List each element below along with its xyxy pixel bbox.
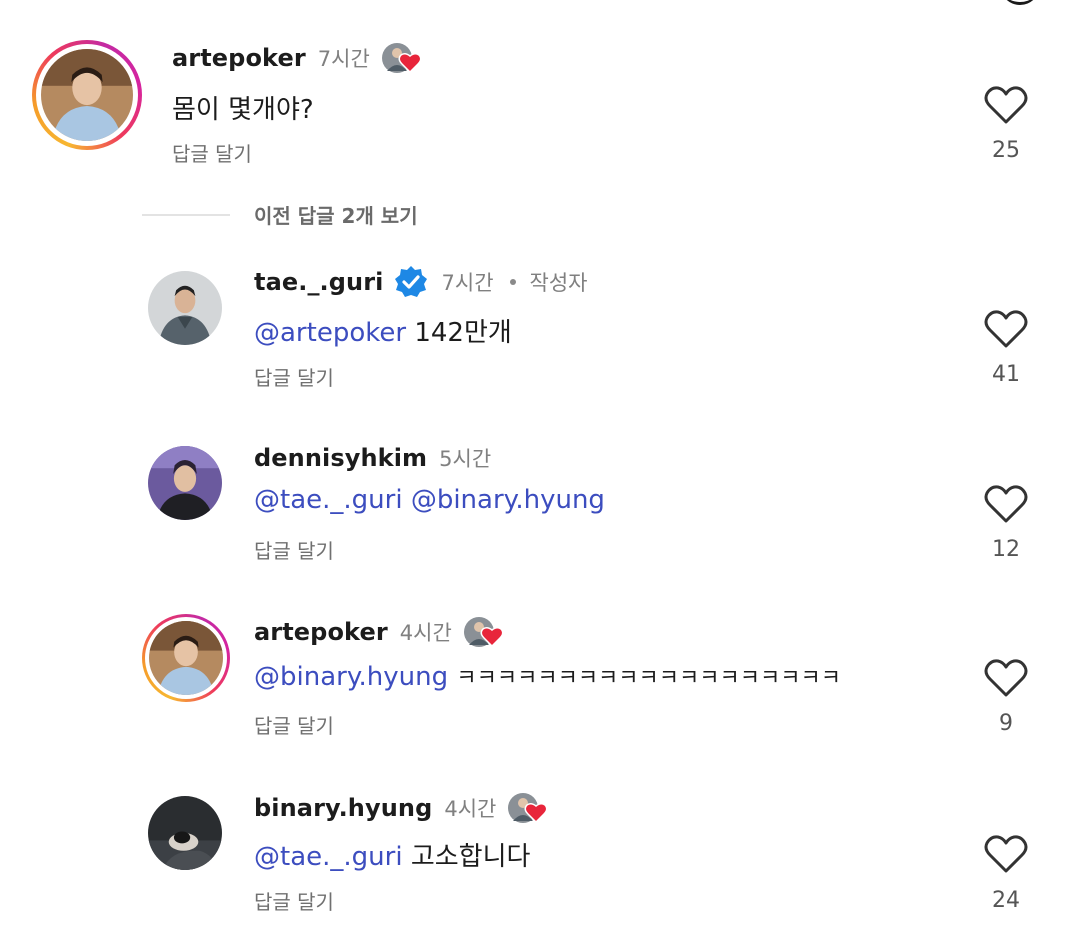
comment-dennisyhkim: dennisyhkim 5시간 @tae._.guri @binary.hyun…	[0, 438, 1080, 588]
comment-text-body: 고소합니다	[410, 842, 531, 872]
comment-artepoker-2: artepoker 4시간 @binary.hyung ㅋㅋㅋㅋㅋㅋㅋㅋㅋㅋㅋㅋ…	[0, 612, 1080, 762]
reply-button[interactable]: 답글 달기	[254, 710, 334, 739]
mention-link[interactable]: @binary.hyung	[411, 485, 605, 515]
mention-link[interactable]: @binary.hyung	[254, 662, 448, 692]
reply-button[interactable]: 답글 달기	[254, 535, 334, 564]
view-previous-replies[interactable]: 이전 답글 2개 보기	[142, 200, 418, 229]
comment-text: @tae._.guri 고소합니다	[254, 836, 530, 873]
timestamp: 4시간	[399, 621, 452, 645]
reply-button[interactable]: 답글 달기	[254, 886, 334, 915]
username[interactable]: tae._.guri	[254, 268, 384, 296]
timestamp: 7시간	[317, 47, 370, 71]
timestamp: 4시간	[444, 797, 497, 821]
like-count: 9	[999, 711, 1013, 736]
like-heart-icon[interactable]	[984, 309, 1028, 349]
view-previous-replies-label[interactable]: 이전 답글 2개 보기	[254, 200, 418, 229]
username[interactable]: binary.hyung	[254, 794, 432, 822]
comment-text: @binary.hyung ㅋㅋㅋㅋㅋㅋㅋㅋㅋㅋㅋㅋㅋㅋㅋㅋㅋㅋㅋ	[254, 660, 841, 692]
liked-by-author-heart-icon	[381, 41, 422, 75]
like-heart-icon[interactable]	[984, 85, 1028, 125]
mention-link[interactable]: @tae._.guri	[254, 842, 403, 872]
avatar[interactable]	[148, 271, 222, 345]
like-count: 25	[992, 138, 1020, 163]
like-count: 12	[992, 537, 1020, 562]
comment-binary-hyung: binary.hyung 4시간 @tae._.guri 고소합니다 답글 달기…	[0, 788, 1080, 938]
reply-button[interactable]: 답글 달기	[172, 138, 252, 167]
comment-text: 몸이 몇개야?	[172, 95, 314, 125]
like-count: 24	[992, 888, 1020, 913]
avatar[interactable]	[148, 796, 222, 870]
verified-badge-icon	[394, 265, 428, 299]
username[interactable]: artepoker	[172, 44, 306, 72]
comment-text-body: ㅋㅋㅋㅋㅋㅋㅋㅋㅋㅋㅋㅋㅋㅋㅋㅋㅋㅋㅋ	[456, 666, 841, 691]
divider-line	[142, 213, 230, 216]
avatar-story-ring[interactable]	[142, 614, 230, 702]
reply-button[interactable]: 답글 달기	[254, 362, 334, 391]
timestamp: 7시간	[441, 271, 494, 295]
timestamp: 5시간	[439, 447, 492, 471]
author-label: 작성자	[529, 271, 588, 295]
avatar[interactable]	[148, 446, 222, 520]
comment-text-body: 142만개	[414, 318, 512, 348]
comment-tae-guri: tae._.guri 7시간 작성자 @artepoker 142만개 답글 달…	[0, 264, 1080, 414]
liked-by-author-heart-icon	[508, 791, 548, 825]
like-heart-icon[interactable]	[984, 484, 1028, 524]
username[interactable]: dennisyhkim	[254, 444, 427, 472]
username[interactable]: artepoker	[254, 618, 388, 646]
comment-text: @artepoker 142만개	[254, 312, 512, 349]
like-count: 41	[992, 362, 1020, 387]
comment-artepoker-1: artepoker 7시간 몸이 몇개야? 답글 달기 25	[0, 0, 1080, 166]
avatar	[41, 49, 133, 141]
avatar	[149, 621, 223, 695]
like-heart-icon[interactable]	[984, 834, 1028, 874]
separator-dot	[509, 279, 516, 285]
avatar-story-ring[interactable]	[32, 40, 142, 150]
like-heart-icon[interactable]	[984, 658, 1028, 698]
comment-text: @tae._.guri @binary.hyung	[254, 485, 605, 515]
mention-link[interactable]: @artepoker	[254, 318, 406, 348]
mention-link[interactable]: @tae._.guri	[254, 485, 403, 515]
liked-by-author-heart-icon	[463, 615, 504, 649]
